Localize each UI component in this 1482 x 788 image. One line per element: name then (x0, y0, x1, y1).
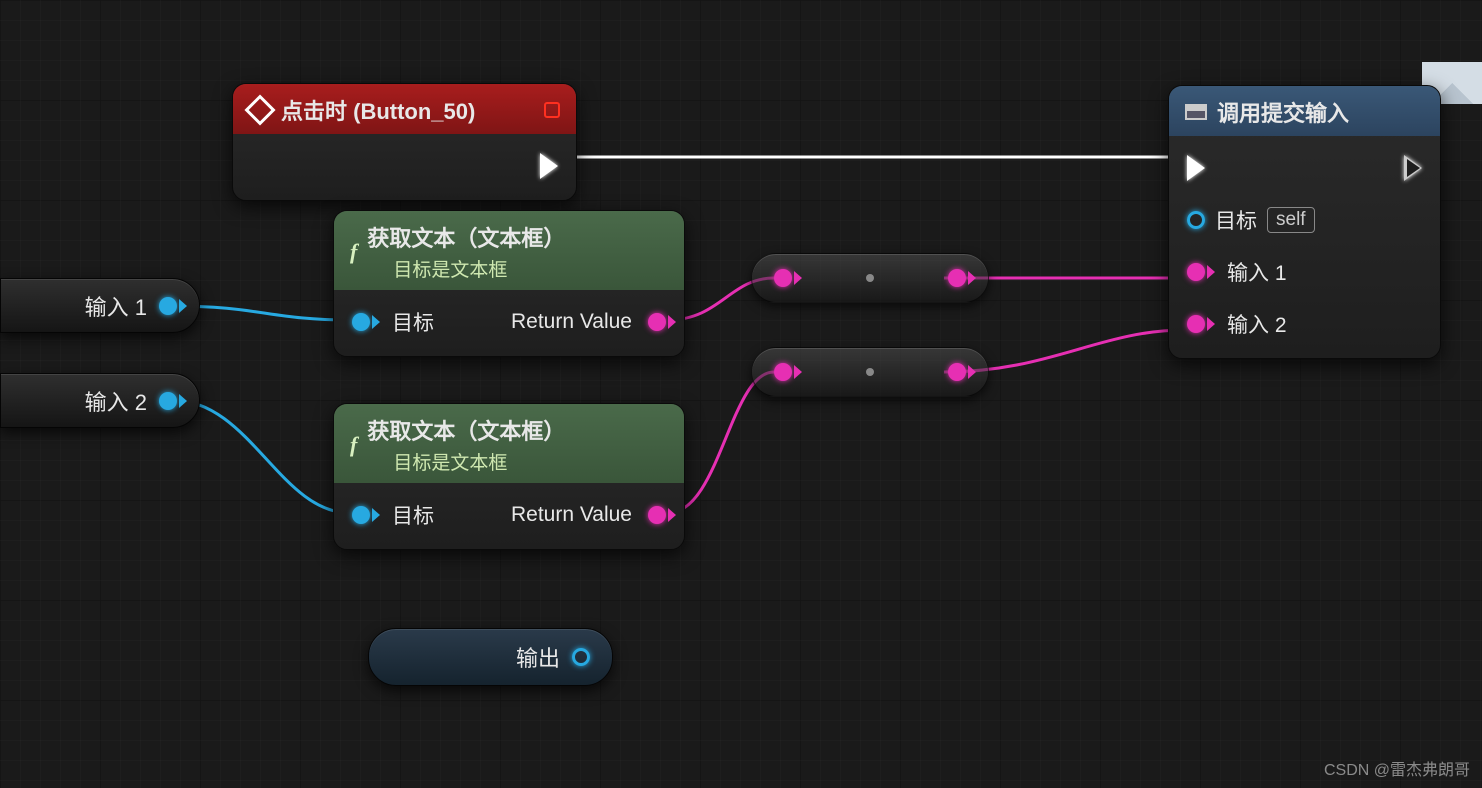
input1-label: 输入 1 (1227, 257, 1287, 287)
variable-input-2[interactable]: 输入 2 (0, 373, 200, 428)
event-icon (244, 94, 275, 125)
get-text-2-subtitle: 目标是文本框 (393, 448, 565, 475)
self-value: self (1267, 207, 1315, 233)
variable-input-1[interactable]: 输入 1 (0, 278, 200, 333)
var-output-label: 输出 (516, 641, 560, 673)
get-text-1-subtitle: 目标是文本框 (393, 255, 565, 282)
target-self-pin[interactable]: 目标 self (1187, 200, 1364, 240)
reroute-node-1[interactable] (751, 253, 989, 303)
get-text-2-title: 获取文本（文本框） (367, 414, 565, 446)
window-icon (1185, 104, 1207, 120)
get-text-node-2[interactable]: f 获取文本（文本框） 目标是文本框 目标 Return Value (333, 403, 685, 550)
input1-pin[interactable]: 输入 1 (1187, 252, 1364, 292)
input2-pin[interactable]: 输入 2 (1187, 304, 1364, 344)
return-out-pin-2[interactable]: Return Value (511, 495, 666, 535)
reroute-dot-icon (866, 368, 874, 376)
exec-out-pin[interactable] (540, 146, 558, 186)
target-label-1: 目标 (392, 307, 434, 337)
var-input1-label: 输入 1 (85, 290, 147, 322)
reroute-in-1[interactable] (774, 269, 792, 287)
reroute-in-2[interactable] (774, 363, 792, 381)
target-label-s: 目标 (1215, 205, 1257, 235)
reroute-dot-icon (866, 274, 874, 282)
target-in-pin-1[interactable]: 目标 (352, 302, 434, 342)
submit-input-node[interactable]: 调用提交输入 目标 self 输入 1 输入 2 (1168, 85, 1441, 359)
return-out-pin-1[interactable]: Return Value (511, 302, 666, 342)
return-label-2: Return Value (511, 503, 632, 527)
breakpoint-icon[interactable] (544, 102, 560, 118)
input2-label: 输入 2 (1227, 309, 1287, 339)
get-text-1-title: 获取文本（文本框） (367, 221, 565, 253)
variable-output[interactable]: 输出 (368, 628, 613, 686)
target-label-2: 目标 (392, 500, 434, 530)
var-input2-label: 输入 2 (85, 385, 147, 417)
event-node-onclick[interactable]: 点击时 (Button_50) (232, 83, 577, 201)
return-label-1: Return Value (511, 310, 632, 334)
target-in-pin-2[interactable]: 目标 (352, 495, 434, 535)
event-title: 点击时 (Button_50) (281, 94, 475, 126)
get-text-node-1[interactable]: f 获取文本（文本框） 目标是文本框 目标 Return Value (333, 210, 685, 357)
submit-title: 调用提交输入 (1217, 96, 1349, 128)
watermark-text: CSDN @雷杰弗朗哥 (1324, 756, 1470, 780)
function-icon: f (350, 239, 357, 265)
exec-in-pin[interactable] (1187, 148, 1364, 188)
exec-out-pin-submit[interactable] (1404, 148, 1422, 188)
reroute-node-2[interactable] (751, 347, 989, 397)
output-pin[interactable] (572, 648, 590, 666)
reroute-out-1[interactable] (948, 269, 966, 287)
reroute-out-2[interactable] (948, 363, 966, 381)
function-icon: f (350, 432, 357, 458)
